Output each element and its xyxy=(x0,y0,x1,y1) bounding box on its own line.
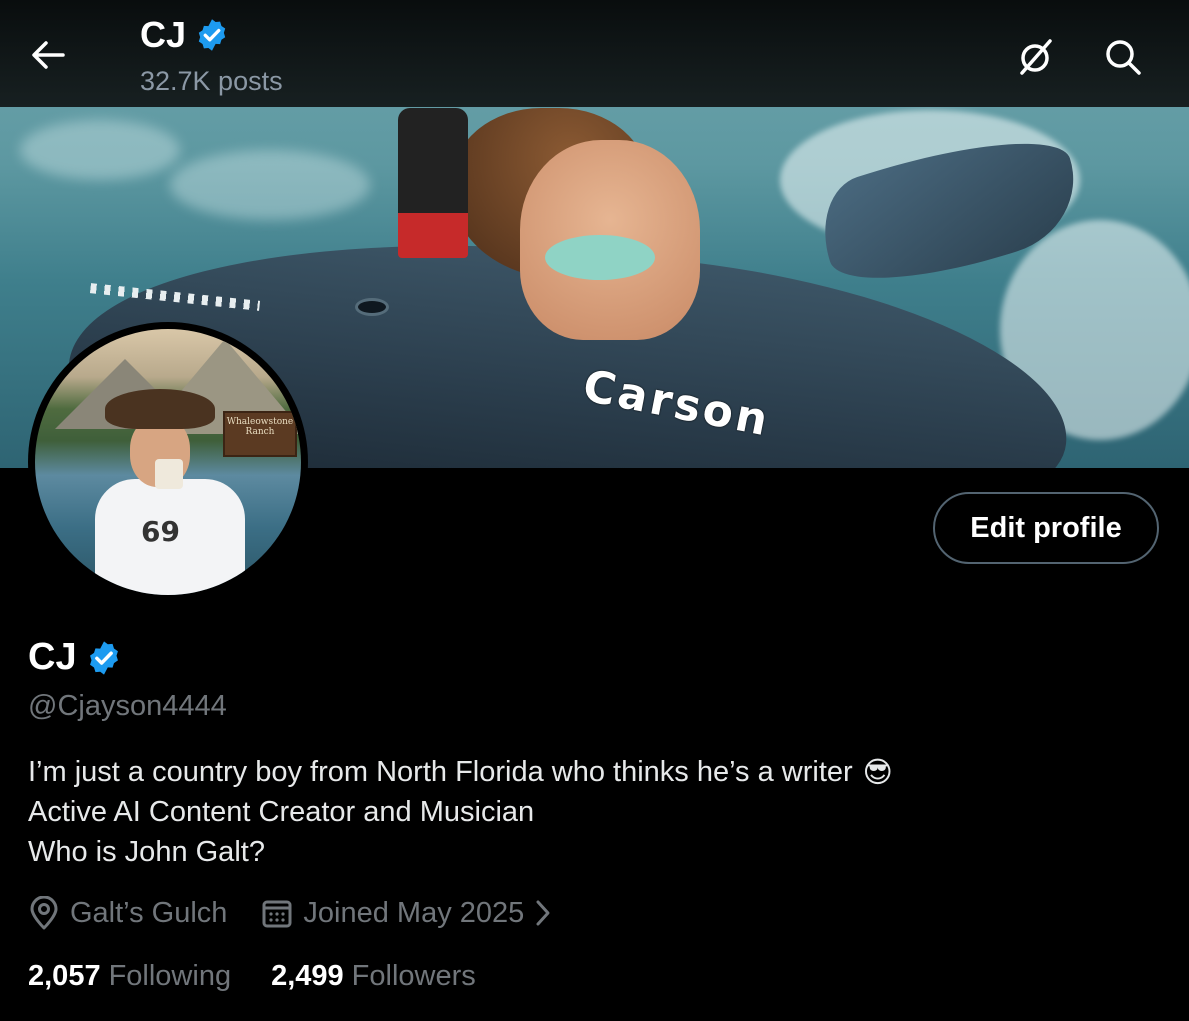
banner-figure-swimsuit xyxy=(545,235,655,280)
join-date[interactable]: Joined May 2025 xyxy=(261,897,552,930)
back-arrow-icon xyxy=(32,41,65,69)
avatar-ranch-sign: Whaleowstone Ranch xyxy=(223,411,297,457)
location-text: Galt’s Gulch xyxy=(70,896,228,929)
followers-count: 2,499 xyxy=(271,960,344,992)
verified-badge-icon xyxy=(89,640,118,675)
profile-header: CJ 32.7K posts xyxy=(0,0,1189,107)
avatar-image: Whaleowstone Ranch 69 xyxy=(35,329,301,595)
post-count: 32.7K posts xyxy=(140,66,283,96)
avatar-mug xyxy=(155,459,183,489)
whale-eye xyxy=(355,298,389,316)
avatar-cowboy-hat xyxy=(105,389,215,429)
follow-stats: 2,057 Following 2,499 Followers xyxy=(28,960,476,993)
sunglasses-emoji: 😎 xyxy=(862,755,893,789)
bio-line: Who is John Galt? xyxy=(28,836,265,868)
banner-cloud xyxy=(170,150,370,220)
grok-icon xyxy=(1020,39,1052,75)
profile-name: CJ xyxy=(28,636,77,678)
profile-name-row: CJ xyxy=(28,636,123,679)
profile-avatar[interactable]: Whaleowstone Ranch 69 xyxy=(28,322,308,602)
grok-button[interactable] xyxy=(1012,34,1058,80)
following-count: 2,057 xyxy=(28,960,101,992)
profile-bio: I’m just a country boy from North Florid… xyxy=(28,752,893,872)
edit-profile-button[interactable]: Edit profile xyxy=(933,492,1159,564)
following-link[interactable]: 2,057 Following xyxy=(28,960,231,993)
calendar-icon xyxy=(262,900,292,928)
location-pin-icon xyxy=(30,896,58,930)
header-title: CJ xyxy=(140,14,230,56)
header-name: CJ xyxy=(140,14,187,55)
search-button[interactable] xyxy=(1100,34,1146,80)
banner-man-figure xyxy=(398,108,468,258)
avatar-jersey-number: 69 xyxy=(141,515,180,548)
profile-handle: @Cjayson4444 xyxy=(28,690,227,722)
bio-line-text: I’m just a country boy from North Florid… xyxy=(28,756,853,788)
back-button[interactable] xyxy=(24,33,72,77)
bio-line: Active AI Content Creator and Musician xyxy=(28,796,535,828)
verified-badge-icon xyxy=(198,19,226,51)
search-icon xyxy=(1106,40,1141,75)
profile-meta: Galt’s Gulch Joined May 2025 xyxy=(28,896,552,930)
bio-line: I’m just a country boy from North Florid… xyxy=(28,752,893,792)
join-date-text: Joined May 2025 xyxy=(303,896,525,929)
followers-link[interactable]: 2,499 Followers xyxy=(271,960,476,993)
following-label: Following xyxy=(108,960,232,992)
location: Galt’s Gulch xyxy=(28,896,227,930)
followers-label: Followers xyxy=(351,960,476,992)
banner-cloud xyxy=(20,120,180,180)
chevron-right-icon xyxy=(536,900,550,926)
